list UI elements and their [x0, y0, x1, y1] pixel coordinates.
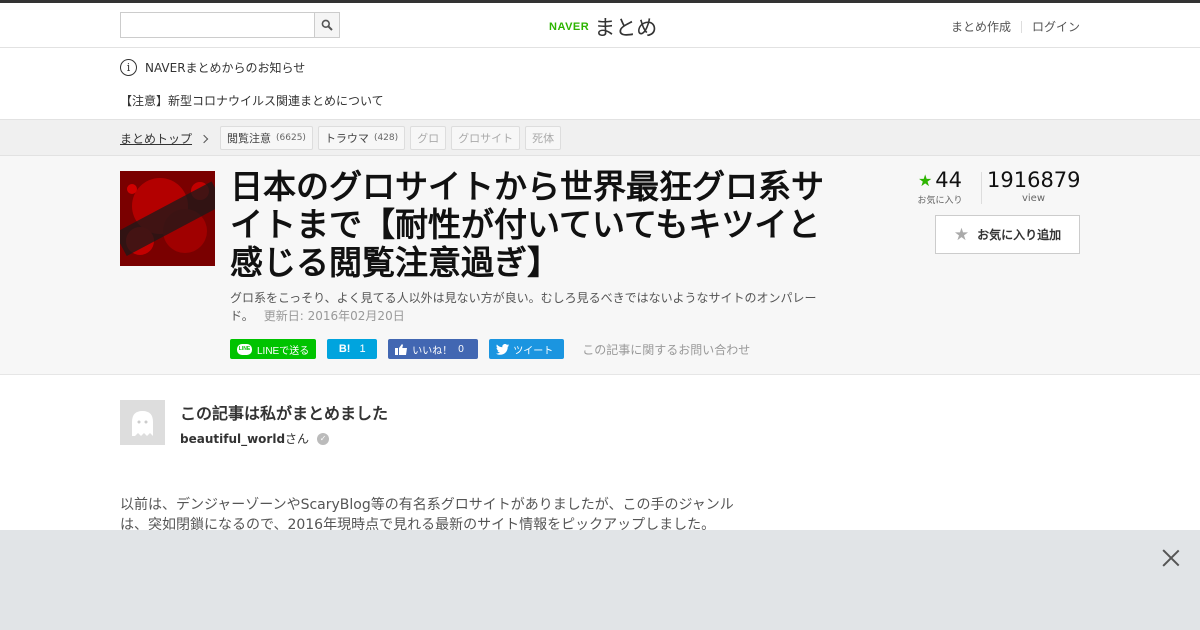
thumbs-up-icon	[395, 343, 408, 355]
inquiry-link[interactable]: この記事に関するお問い合わせ	[582, 341, 750, 358]
facebook-like-button[interactable]: いいね！ 0	[388, 339, 479, 359]
social-buttons: LINE LINEで送る B! 1 いいね！ 0 ツイート この記事に関するお問…	[230, 339, 750, 359]
breadcrumb-home-label: まとめトップ	[120, 132, 193, 146]
line-share-label: LINEで送る	[257, 345, 310, 357]
site-header: NAVER まとめ まとめ作成 ログイン	[0, 3, 1200, 48]
tag-label: グロサイト	[458, 132, 514, 145]
author-suffix: さん	[285, 432, 310, 446]
notice-heading-row: i NAVERまとめからのお知らせ	[120, 59, 305, 76]
tag-item[interactable]: グロ	[410, 126, 447, 150]
notice-heading: NAVERまとめからのお知らせ	[145, 61, 306, 75]
tag-label: グロ	[417, 132, 440, 145]
twitter-bird-icon	[496, 343, 510, 355]
facebook-like-label: いいね！	[412, 345, 453, 357]
view-count-value: 1916879	[987, 168, 1081, 192]
article-thumbnail[interactable]	[120, 171, 215, 266]
article-title: 日本のグロサイトから世界最狂グロ系サイトまで【耐性が付いていてもキツイと感じる閲…	[230, 167, 824, 282]
hatena-count: 1	[359, 343, 366, 355]
breadcrumb: まとめトップ 閲覧注意 (6625) トラウマ (428) グロ グロサイト 死…	[0, 119, 1200, 156]
notice-section: i NAVERまとめからのお知らせ 【注意】新型コロナウイルス関連まとめについて	[0, 48, 1200, 119]
line-icon: LINE	[237, 343, 252, 355]
tag-label: 死体	[532, 132, 555, 145]
tag-item[interactable]: 死体	[525, 126, 562, 150]
breadcrumb-home[interactable]: まとめトップ	[120, 130, 209, 147]
search-box	[120, 12, 340, 38]
facebook-like-count: 0	[458, 343, 464, 355]
logo-brand: NAVER	[549, 21, 590, 33]
tag-item[interactable]: グロサイト	[451, 126, 521, 150]
tag-item[interactable]: トラウマ (428)	[317, 126, 406, 150]
star-icon: ★	[953, 224, 970, 245]
default-avatar-icon	[120, 400, 165, 445]
tag-item[interactable]: 閲覧注意 (6625)	[220, 126, 313, 150]
tag-label: 閲覧注意	[227, 132, 271, 145]
tag-label: トラウマ	[324, 132, 369, 145]
search-button[interactable]	[314, 13, 339, 37]
favorite-count-label: お気に入り	[917, 196, 963, 206]
favorite-count-value-row: ★ 44	[914, 168, 966, 192]
close-icon[interactable]	[1162, 549, 1180, 567]
thumbnail-image	[120, 171, 215, 266]
add-favorite-button[interactable]: ★ お気に入り追加	[935, 215, 1080, 254]
logo-name: まとめ	[594, 16, 658, 40]
view-count: 1916879 view	[987, 168, 1081, 204]
author-name-row: beautiful_world さん ✓	[180, 430, 480, 447]
favorite-count: ★ 44 お気に入り	[914, 168, 966, 206]
search-input[interactable]	[121, 13, 315, 37]
chevron-right-icon	[199, 134, 209, 143]
verified-check-icon: ✓	[317, 432, 330, 445]
view-count-label: view	[1021, 193, 1046, 204]
divider	[981, 172, 982, 204]
tag-count: (428)	[373, 133, 399, 143]
star-icon: ★	[917, 170, 933, 190]
bottom-ad-overlay	[0, 530, 1200, 630]
updated-date: 更新日: 2016年02月20日	[263, 309, 405, 323]
hatena-icon: B!	[338, 343, 351, 355]
tag-list: 閲覧注意 (6625) トラウマ (428) グロ グロサイト 死体	[220, 126, 566, 150]
tweet-button[interactable]: ツイート	[489, 339, 565, 359]
article-description: グロ系をこっそり、よく見てる人以外は見ない方が良い。むしろ見るべきではないような…	[230, 289, 830, 325]
add-favorite-label: お気に入り追加	[977, 228, 1062, 242]
avatar[interactable]	[120, 400, 165, 445]
create-matome-link[interactable]: まとめ作成	[951, 18, 1011, 35]
hatena-bookmark-button[interactable]: B! 1	[327, 339, 378, 359]
tweet-label: ツイート	[513, 345, 554, 357]
info-icon: i	[120, 59, 137, 76]
line-share-button[interactable]: LINE LINEで送る	[230, 339, 317, 359]
article-stats: ★ 44 お気に入り 1916879 view	[914, 168, 1081, 206]
login-link[interactable]: ログイン	[1032, 18, 1080, 35]
article-intro: 以前は、デンジャーゾーンやScaryBlog等の有名系グロサイトがありましたが、…	[120, 497, 734, 533]
article-header: 日本のグロサイトから世界最狂グロ系サイトまで【耐性が付いていてもキツイと感じる閲…	[0, 156, 1200, 375]
author-name[interactable]: beautiful_world	[180, 432, 285, 446]
tag-count: (6625)	[276, 133, 306, 143]
divider	[1020, 20, 1022, 33]
favorite-count-value: 44	[935, 168, 963, 192]
author-heading: この記事は私がまとめました	[180, 404, 389, 423]
search-icon	[321, 19, 333, 31]
notice-link[interactable]: 【注意】新型コロナウイルス関連まとめについて	[120, 92, 384, 109]
site-logo[interactable]: NAVER まとめ	[549, 12, 657, 42]
header-links: まとめ作成 ログイン	[951, 18, 1080, 35]
